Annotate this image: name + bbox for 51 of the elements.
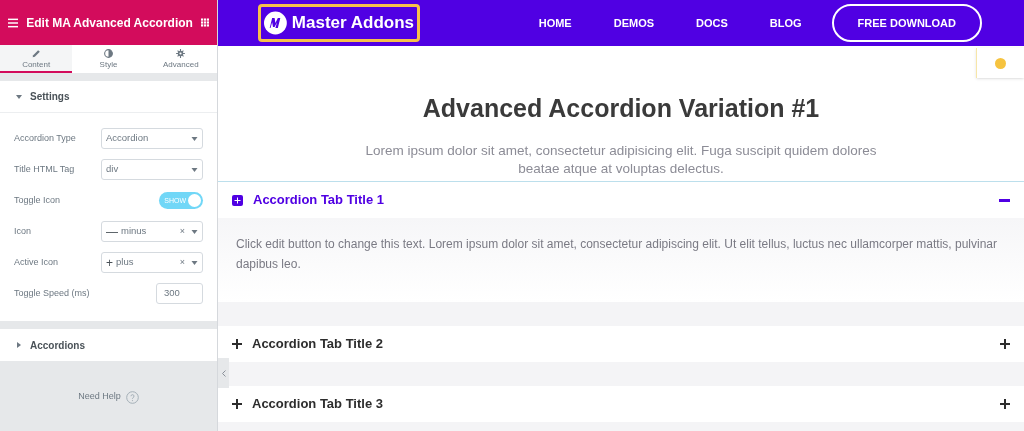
- nav-link[interactable]: DEMOS: [613, 14, 655, 32]
- accordion-header[interactable]: Accordion Tab Title 2: [218, 326, 1024, 362]
- download-button[interactable]: FREE DOWNLOAD: [831, 4, 982, 42]
- plus-icon: [1000, 399, 1010, 409]
- section-header[interactable]: Settings: [0, 81, 217, 113]
- accordion-header[interactable]: Accordion Tab Title 1: [218, 182, 1024, 218]
- help-icon: [125, 390, 139, 404]
- clear-icon[interactable]: ×: [179, 227, 185, 236]
- clear-icon[interactable]: ×: [179, 258, 185, 267]
- nav-link[interactable]: BLOG: [769, 14, 802, 32]
- field-label: Toggle Icon: [14, 193, 61, 207]
- menu-icon: [8, 16, 19, 29]
- field-label: Accordion Type: [14, 131, 76, 145]
- caret-right-icon: [16, 342, 22, 348]
- apps-grid-icon: [200, 17, 209, 28]
- caret-down-icon: [16, 93, 22, 100]
- nav-link[interactable]: HOME: [538, 14, 572, 32]
- section-header[interactable]: Accordions: [0, 329, 217, 361]
- nav-link[interactable]: DOCS: [696, 14, 728, 32]
- caret-down-icon: [191, 136, 198, 141]
- plus-square-icon: [232, 194, 243, 206]
- collapse-panel-button[interactable]: [218, 358, 229, 388]
- notice-dot-icon: [995, 57, 1006, 69]
- field-label: Toggle Speed (ms): [14, 286, 90, 300]
- plus-icon: [1000, 339, 1010, 349]
- field-label: Title HTML Tag: [14, 162, 75, 176]
- logo-mark-icon: [264, 9, 287, 37]
- number-field[interactable]: 300: [156, 283, 203, 304]
- page-heading: Advanced Accordion Variation #1: [422, 93, 820, 124]
- select-field[interactable]: Accordion: [101, 128, 203, 149]
- plus-icon: [232, 339, 242, 349]
- field-label: Active Icon: [14, 255, 59, 269]
- help-link[interactable]: Need Help: [78, 390, 121, 404]
- caret-down-icon: [191, 167, 198, 172]
- contrast-icon: [103, 47, 114, 59]
- chevron-left-icon: [221, 369, 226, 377]
- select-field[interactable]: + plus ×: [101, 252, 203, 273]
- settings-icon: [175, 47, 187, 59]
- logo[interactable]: Master Addons: [258, 4, 420, 42]
- caret-down-icon: [191, 229, 198, 234]
- field-label: Icon: [14, 224, 31, 238]
- caret-down-icon: [191, 260, 198, 265]
- plus-icon: [232, 399, 242, 409]
- accordion-header[interactable]: Accordion Tab Title 3: [218, 386, 1024, 422]
- accordion-body-text: Click edit button to change this text. Lorem ipsum dolor sit amet, consectetur adipiscing elit. Ut elit tellus, luctus nec ullamcorper mattis, pulvinar dapibus leo.: [236, 236, 998, 273]
- intro-text: Lorem ipsum dolor sit amet, consectetur adipisicing elit. Fuga suscipit quidem dolores beatae atque at voluptas delectus.: [364, 141, 878, 178]
- select-field[interactable]: div: [101, 159, 203, 180]
- select-field[interactable]: — minus ×: [101, 221, 203, 242]
- minus-icon: [999, 198, 1010, 202]
- panel-tab[interactable]: Content: [0, 45, 73, 73]
- panel-title: Edit MA Advanced Accordion: [26, 14, 193, 32]
